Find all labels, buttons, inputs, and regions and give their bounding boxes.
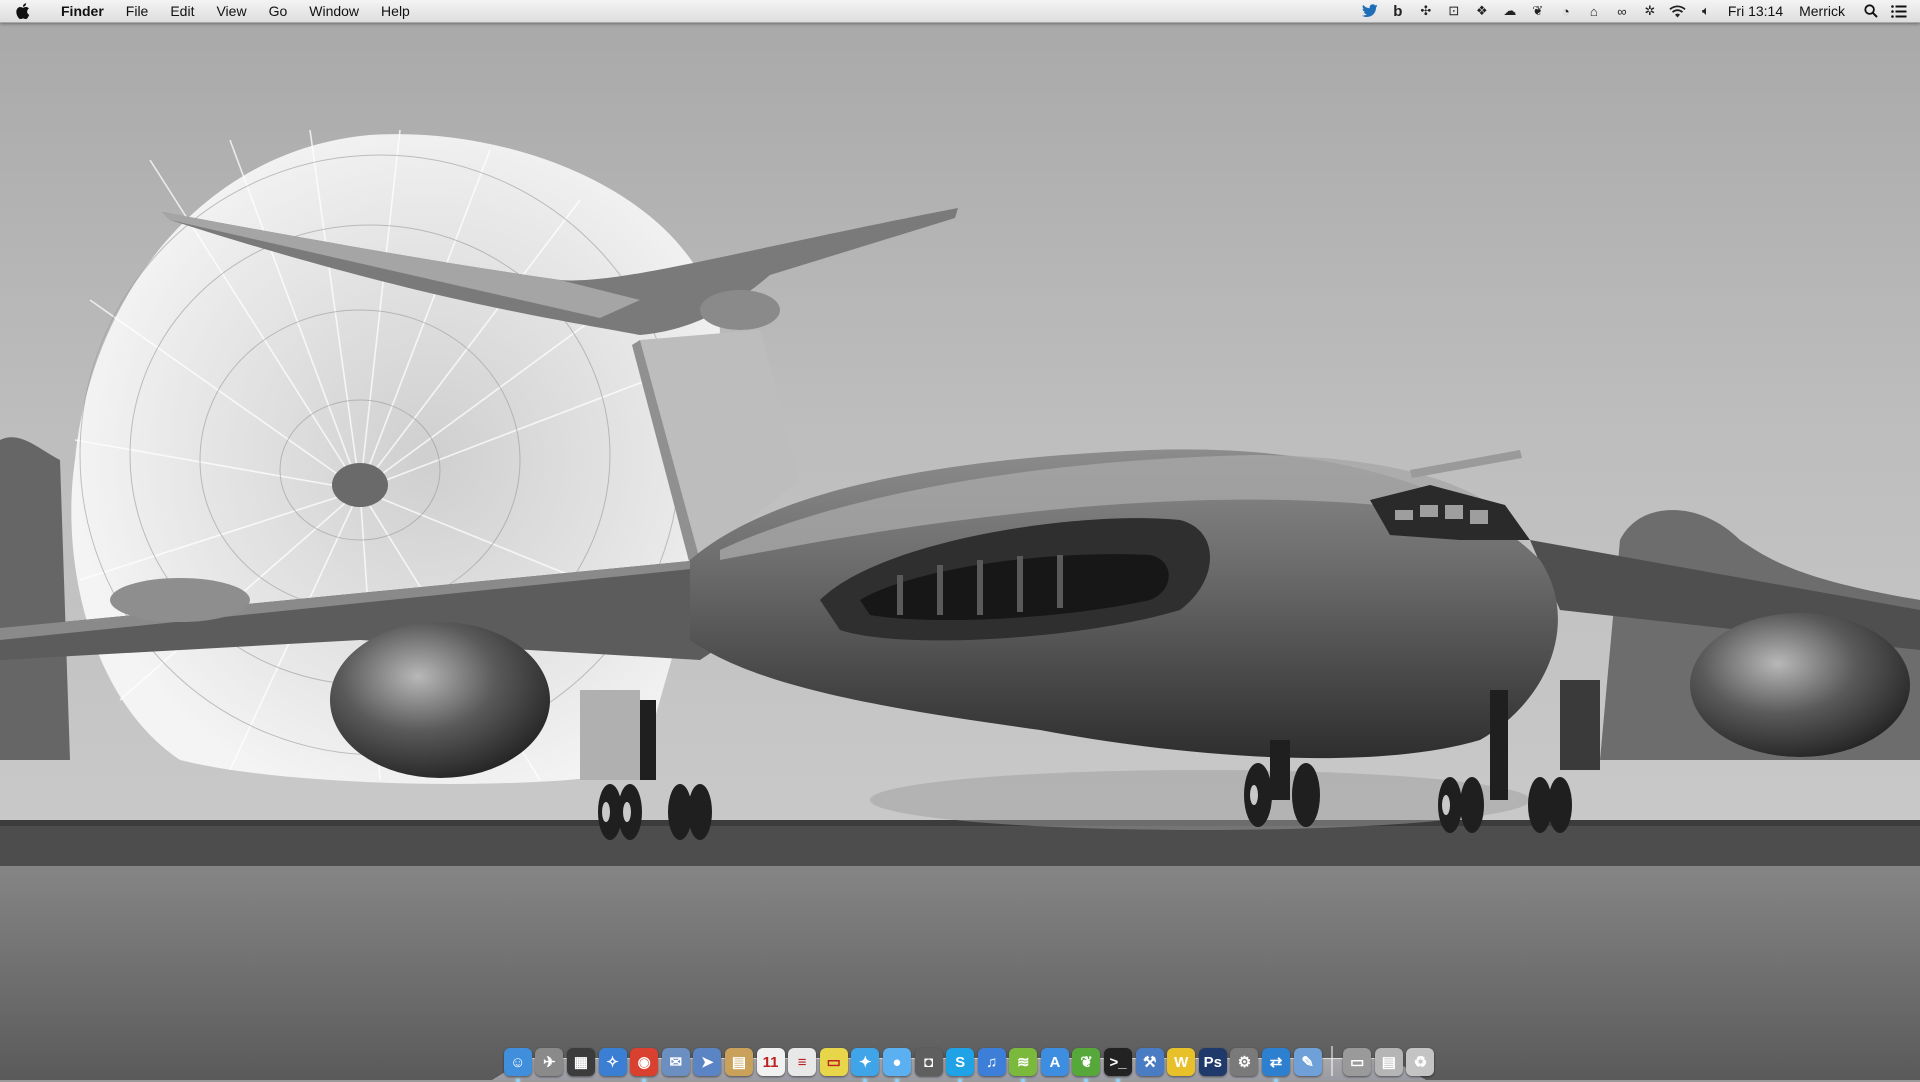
paper-plane-icon[interactable]: ➤ <box>693 1048 722 1076</box>
compass-icon-glyph: ✧ <box>606 1054 619 1071</box>
word-icon-glyph: W <box>1174 1053 1189 1071</box>
document-icon[interactable]: ≡ <box>788 1048 817 1076</box>
calendar-icon-glyph: 11 <box>762 1053 779 1071</box>
notebook-icon[interactable]: ▤ <box>724 1048 753 1076</box>
menu-window[interactable]: Window <box>298 0 370 22</box>
home-sync-icon[interactable]: ⌂ <box>1585 2 1603 20</box>
volume-icon[interactable]: 🔈︎ <box>1697 2 1715 20</box>
folder-icon[interactable]: ▭ <box>1343 1048 1372 1076</box>
word-icon[interactable]: W <box>1167 1048 1196 1076</box>
wallpaper-image <box>0 0 1920 1080</box>
time-machine-icon[interactable]: ◔ <box>1557 2 1575 20</box>
spotify-icon-glyph: ≋ <box>1017 1054 1030 1071</box>
menu-bar: Finder File Edit View Go Window Help b ✣… <box>0 0 1920 23</box>
chat-bubble-icon[interactable]: ● <box>882 1048 911 1082</box>
documents-stack-icon-glyph: ▤ <box>1381 1054 1396 1071</box>
dropbox-icon[interactable]: ❖ <box>1473 2 1491 20</box>
menu-bar-left: Finder File Edit View Go Window Help <box>0 0 421 22</box>
chrome-icon[interactable]: ◉ <box>630 1048 659 1082</box>
rocket-icon-glyph: ✈ <box>543 1054 556 1071</box>
documents-stack-icon[interactable]: ▤ <box>1374 1048 1403 1076</box>
menu-user-name[interactable]: Merrick <box>1799 3 1845 19</box>
menu-help[interactable]: Help <box>370 0 421 22</box>
bitly-icon[interactable]: b <box>1389 2 1407 20</box>
sticky-note-icon-glyph: ▭ <box>826 1054 841 1071</box>
hammer-icon-glyph: ⚒ <box>1142 1054 1157 1071</box>
menu-view[interactable]: View <box>205 0 257 22</box>
dropbox-sync-icon[interactable]: ✣ <box>1417 2 1435 20</box>
photoshop-icon[interactable]: Ps <box>1198 1048 1227 1076</box>
trash-icon-glyph: ♻ <box>1413 1054 1428 1071</box>
menu-bar-status: b ✣ ⊡ ❖ ☁ ❦ ◔ ⌂ ∞ ✲ 🔈︎ Fri 13:14 Merrick <box>1356 0 1920 22</box>
menu-clock[interactable]: Fri 13:14 <box>1728 3 1783 19</box>
skype-icon-glyph: S <box>955 1053 966 1071</box>
twitter-bird-icon-glyph: ✦ <box>859 1054 872 1071</box>
desktop-wallpaper <box>0 0 1920 1080</box>
stamp-icon-glyph: ✉ <box>669 1054 683 1071</box>
chat-bubble-icon-glyph: ● <box>892 1053 902 1071</box>
twitter-icon[interactable] <box>1361 2 1379 20</box>
camera-icon-glyph: ◘ <box>923 1053 934 1071</box>
gear-icon-glyph: ⚙ <box>1237 1054 1252 1071</box>
teamviewer-icon-glyph: ⇄ <box>1269 1054 1283 1071</box>
photoshop-icon-glyph: Ps <box>1203 1053 1223 1071</box>
compass-icon[interactable]: ✧ <box>598 1048 627 1076</box>
paper-plane-icon-glyph: ➤ <box>701 1054 714 1071</box>
twitter-bird-icon[interactable]: ✦ <box>851 1048 880 1082</box>
spotify-icon[interactable]: ≋ <box>1009 1048 1038 1082</box>
dock: ☺ ✈ ▦ ✧ ◉ ✉ ➤ ▤ 11 ≡ ▭ ✦ ● ◘ S ♫ ≋ A ❦ >_ ⚒ W Ps ⚙ ⇄ ✎ ▭ ▤ ♻ <box>492 1036 1435 1082</box>
apple-logo-icon[interactable] <box>16 2 36 20</box>
gear-icon[interactable]: ⚙ <box>1230 1048 1259 1076</box>
notification-center-icon[interactable] <box>1890 2 1908 20</box>
dock-icons: ☺ ✈ ▦ ✧ ◉ ✉ ➤ ▤ 11 ≡ ▭ ✦ ● ◘ S ♫ ≋ A ❦ >_ ⚒ W Ps ⚙ ⇄ ✎ ▭ ▤ ♻ <box>502 1036 1436 1082</box>
rocket-icon[interactable]: ✈ <box>535 1048 564 1076</box>
bluetooth-icon[interactable]: ✲ <box>1641 2 1659 20</box>
spotlight-search-icon[interactable] <box>1862 2 1880 20</box>
trash-icon[interactable]: ♻ <box>1406 1048 1435 1076</box>
menu-app-name[interactable]: Finder <box>50 0 115 22</box>
music-note-icon-glyph: ♫ <box>986 1053 998 1071</box>
terminal-icon-glyph: >_ <box>1109 1053 1127 1071</box>
wifi-icon[interactable] <box>1669 2 1687 20</box>
finder-icon-glyph: ☺ <box>510 1053 526 1071</box>
mission-control-icon-glyph: ▦ <box>573 1054 589 1071</box>
terminal-icon[interactable]: >_ <box>1104 1048 1133 1082</box>
stamp-icon[interactable]: ✉ <box>661 1048 690 1076</box>
cloud-icon[interactable]: ☁ <box>1501 2 1519 20</box>
elephant-icon-glyph: ❦ <box>1080 1054 1093 1071</box>
menu-edit[interactable]: Edit <box>159 0 205 22</box>
dock-separator <box>1331 1046 1334 1076</box>
skype-icon[interactable]: S <box>946 1048 975 1082</box>
music-note-icon[interactable]: ♫ <box>977 1048 1006 1076</box>
mission-control-icon[interactable]: ▦ <box>566 1048 595 1076</box>
teamviewer-icon[interactable]: ⇄ <box>1262 1048 1291 1082</box>
sticky-note-icon[interactable]: ▭ <box>819 1048 848 1076</box>
notebook-icon-glyph: ▤ <box>731 1054 747 1071</box>
camera-icon[interactable]: ◘ <box>914 1048 943 1076</box>
pencil-cup-icon-glyph: ✎ <box>1301 1054 1314 1071</box>
app-store-icon[interactable]: A <box>1040 1048 1069 1076</box>
menu-go[interactable]: Go <box>258 0 299 22</box>
elephant-icon[interactable]: ❦ <box>1072 1048 1101 1082</box>
calendar-icon[interactable]: 11 <box>756 1048 785 1076</box>
evernote-icon[interactable]: ❦ <box>1529 2 1547 20</box>
app-store-icon-glyph: A <box>1049 1053 1061 1071</box>
chrome-icon-glyph: ◉ <box>637 1054 651 1071</box>
document-icon-glyph: ≡ <box>797 1053 807 1071</box>
binoculars-icon[interactable]: ∞ <box>1613 2 1631 20</box>
screen-capture-icon[interactable]: ⊡ <box>1445 2 1463 20</box>
finder-icon[interactable]: ☺ <box>503 1048 532 1082</box>
hammer-icon[interactable]: ⚒ <box>1135 1048 1164 1076</box>
folder-icon-glyph: ▭ <box>1350 1054 1365 1071</box>
menu-file[interactable]: File <box>115 0 160 22</box>
pencil-cup-icon[interactable]: ✎ <box>1293 1048 1322 1076</box>
